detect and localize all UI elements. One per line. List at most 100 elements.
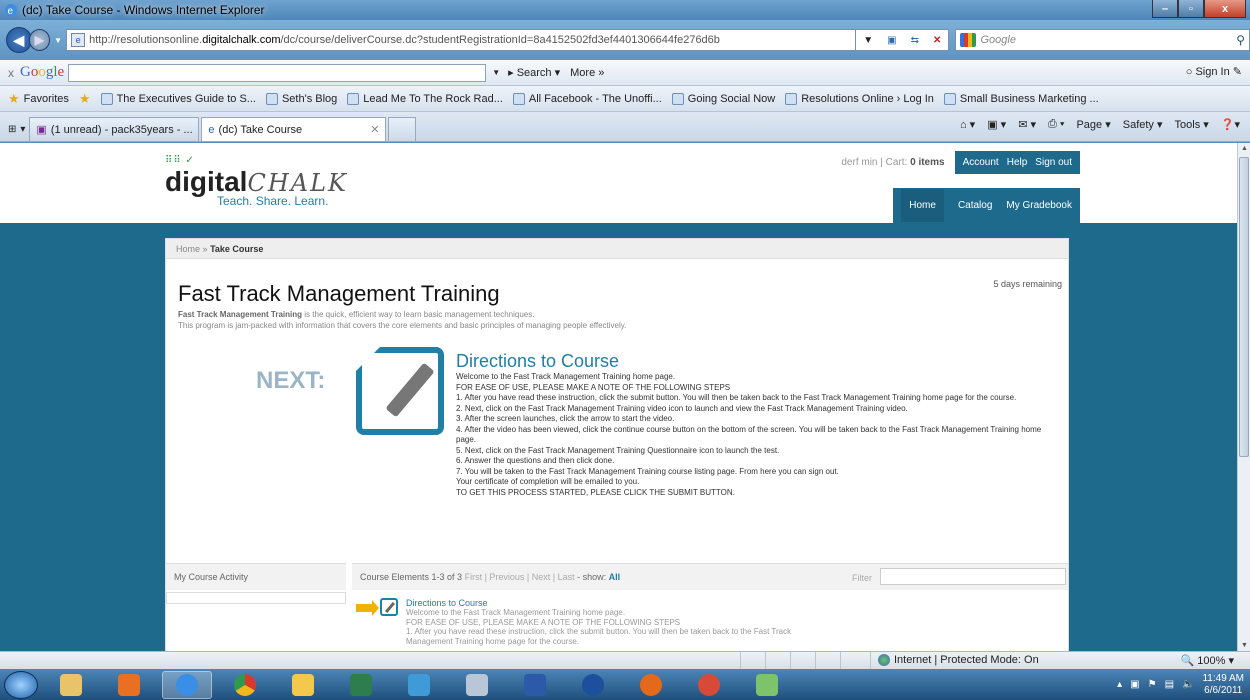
favorites-star-icon: ★ <box>8 90 20 106</box>
network-icon[interactable]: ▤ <box>1165 679 1174 690</box>
taskbar-explorer[interactable] <box>46 671 96 699</box>
read-mail-icon[interactable]: ✉ ▾ <box>1018 118 1036 131</box>
close-toolbar-icon[interactable]: x <box>8 66 14 80</box>
tray-app-icon[interactable]: ▣ <box>1130 679 1139 690</box>
google-search-input[interactable] <box>68 63 487 82</box>
breadcrumb-current: Take Course <box>210 244 264 254</box>
sign-out-link[interactable]: Sign out <box>1035 157 1072 168</box>
history-dropdown-icon[interactable]: ▼ <box>54 36 62 45</box>
forward-button[interactable]: ▶ <box>28 29 51 51</box>
google-logo: Google <box>20 64 65 80</box>
clock[interactable]: 11:49 AM 6/6/2011 <box>1202 673 1244 697</box>
taskbar-media-player[interactable] <box>104 671 154 699</box>
quick-tabs-icon[interactable]: ⊞ <box>8 124 16 135</box>
home-icon[interactable]: ⌂ ▾ <box>960 118 975 131</box>
course-activity-header: My Course Activity <box>166 564 346 590</box>
zoom-level[interactable]: 🔍 100% ▾ <box>1181 654 1234 667</box>
back-button[interactable]: ◀ <box>6 27 32 53</box>
favorite-item-going-social[interactable]: Going Social Now <box>671 92 775 105</box>
scroll-thumb[interactable] <box>1239 157 1249 457</box>
sign-in-button[interactable]: ○ Sign In ✎ <box>1186 65 1242 78</box>
security-zone[interactable]: Internet | Protected Mode: On <box>878 654 1039 666</box>
google-search-dropdown-icon[interactable]: ▼ <box>492 68 500 77</box>
close-window-button[interactable]: x <box>1204 0 1246 18</box>
course-element-title[interactable]: Directions to Course <box>406 598 488 608</box>
favorite-item-small-business[interactable]: Small Business Marketing ... <box>943 92 1099 105</box>
favicon-icon <box>100 92 113 105</box>
tools-menu[interactable]: Tools ▾ <box>1175 118 1209 131</box>
minimize-button[interactable]: – <box>1152 0 1178 18</box>
tab-list-dropdown-icon[interactable]: ▾ <box>20 124 25 135</box>
taskbar-app-red[interactable] <box>684 671 734 699</box>
scroll-down-icon[interactable]: ▼ <box>1241 642 1248 649</box>
more-button[interactable]: More » <box>570 67 604 79</box>
search-icon[interactable]: ⚲ <box>1236 33 1245 47</box>
pager-links[interactable]: First | Previous | Next | Last <box>465 572 575 582</box>
taskbar-app-globe[interactable] <box>568 671 618 699</box>
next-element-title[interactable]: Directions to Course <box>456 351 619 372</box>
show-hidden-icons-icon[interactable]: ▴ <box>1117 679 1122 690</box>
favorite-item-all-facebook[interactable]: All Facebook - The Unoffi... <box>512 92 662 105</box>
tab-take-course[interactable]: e (dc) Take Course ✕ <box>201 117 387 141</box>
cart-link[interactable]: Cart: 0 items <box>886 157 945 168</box>
taskbar-app-pin[interactable] <box>452 671 502 699</box>
taskbar-outlook[interactable] <box>278 671 328 699</box>
favicon-icon <box>785 92 798 105</box>
nav-home[interactable]: Home <box>901 189 944 222</box>
new-tab-button[interactable] <box>388 117 417 141</box>
url-prefix: http://resolutionsonline. <box>89 34 203 46</box>
volume-icon[interactable]: 🔈 <box>1182 679 1194 690</box>
logo-dots-icon: ⠿⠿ ✓ <box>165 155 195 166</box>
print-icon[interactable]: ⎙ ▾ <box>1048 118 1064 131</box>
tab-unread-mail[interactable]: ▣ (1 unread) - pack35years - ... <box>29 117 200 141</box>
vertical-scrollbar[interactable]: ▲ ▼ <box>1237 143 1250 651</box>
show-all-link[interactable]: All <box>609 572 621 582</box>
course-elements-header: Course Elements 1-3 of 3 First | Previou… <box>352 564 1068 590</box>
taskbar-app-people[interactable] <box>394 671 444 699</box>
filter-input[interactable] <box>880 568 1066 585</box>
favorite-item-seths-blog[interactable]: Seth's Blog <box>265 92 337 105</box>
help-icon[interactable]: ❓▾ <box>1221 118 1240 131</box>
start-button[interactable] <box>4 670 38 699</box>
taskbar-word[interactable] <box>510 671 560 699</box>
nav-catalog[interactable]: Catalog <box>958 200 992 211</box>
help-link[interactable]: Help <box>1007 157 1028 168</box>
feeds-icon[interactable]: ▣ ▾ <box>987 118 1006 131</box>
page-icon: e <box>71 33 86 47</box>
address-field[interactable]: e http://resolutionsonline. digitalchalk.… <box>66 29 857 51</box>
safety-menu[interactable]: Safety ▾ <box>1123 118 1163 131</box>
close-tab-icon[interactable]: ✕ <box>370 123 379 136</box>
browser-search-input[interactable]: Google ⚲ <box>955 29 1250 51</box>
tab-row: ⊞ ▾ ▣ (1 unread) - pack35years - ... e (… <box>0 112 1250 142</box>
stop-icon[interactable]: ✕ <box>933 35 941 46</box>
window-title: (dc) Take Course - Windows Internet Expl… <box>22 3 265 17</box>
digitalchalk-logo[interactable]: ⠿⠿ ✓ digitalCHALK Teach. Share. Learn. <box>165 155 348 208</box>
address-dropdown-icon[interactable]: ▼ <box>863 35 873 46</box>
favorite-item-executives-guide[interactable]: The Executives Guide to S... <box>100 92 256 105</box>
taskbar-app-folder[interactable] <box>742 671 792 699</box>
page-menu[interactable]: Page ▾ <box>1076 118 1110 131</box>
favorites-button[interactable]: ★ Favorites <box>8 91 69 107</box>
compatibility-icon[interactable]: ▣ <box>887 35 896 46</box>
favorite-item-lead-me[interactable]: Lead Me To The Rock Rad... <box>347 92 503 105</box>
taskbar-internet-explorer[interactable] <box>162 670 212 699</box>
add-favorite-icon[interactable]: ★ <box>79 91 91 107</box>
favorite-item-resolutions-online[interactable]: Resolutions Online › Log In <box>785 92 934 105</box>
window-titlebar[interactable]: e (dc) Take Course - Windows Internet Ex… <box>0 0 1250 20</box>
search-placeholder: Google <box>980 34 1016 46</box>
tray-flag-icon[interactable]: ⚑ <box>1148 679 1157 690</box>
lesson-document-icon[interactable] <box>356 347 444 435</box>
taskbar-app-firefox[interactable] <box>626 671 676 699</box>
breadcrumb-home[interactable]: Home <box>176 244 200 254</box>
refresh-icon[interactable]: ⇆ <box>911 35 919 46</box>
course-elements-panel: Course Elements 1-3 of 3 First | Previou… <box>352 563 1068 651</box>
google-search-button[interactable]: ▸ Search ▾ <box>508 66 560 79</box>
account-link[interactable]: Account <box>963 157 999 168</box>
taskbar-chrome[interactable] <box>220 671 270 699</box>
restore-button[interactable]: ▫ <box>1178 0 1204 18</box>
nav-my-gradebook[interactable]: My Gradebook <box>1006 200 1072 211</box>
taskbar-app-green[interactable] <box>336 671 386 699</box>
document-pencil-icon[interactable] <box>380 598 398 616</box>
scroll-up-icon[interactable]: ▲ <box>1241 145 1248 152</box>
course-element-row[interactable]: Directions to Course Welcome to the Fast… <box>356 596 1056 651</box>
